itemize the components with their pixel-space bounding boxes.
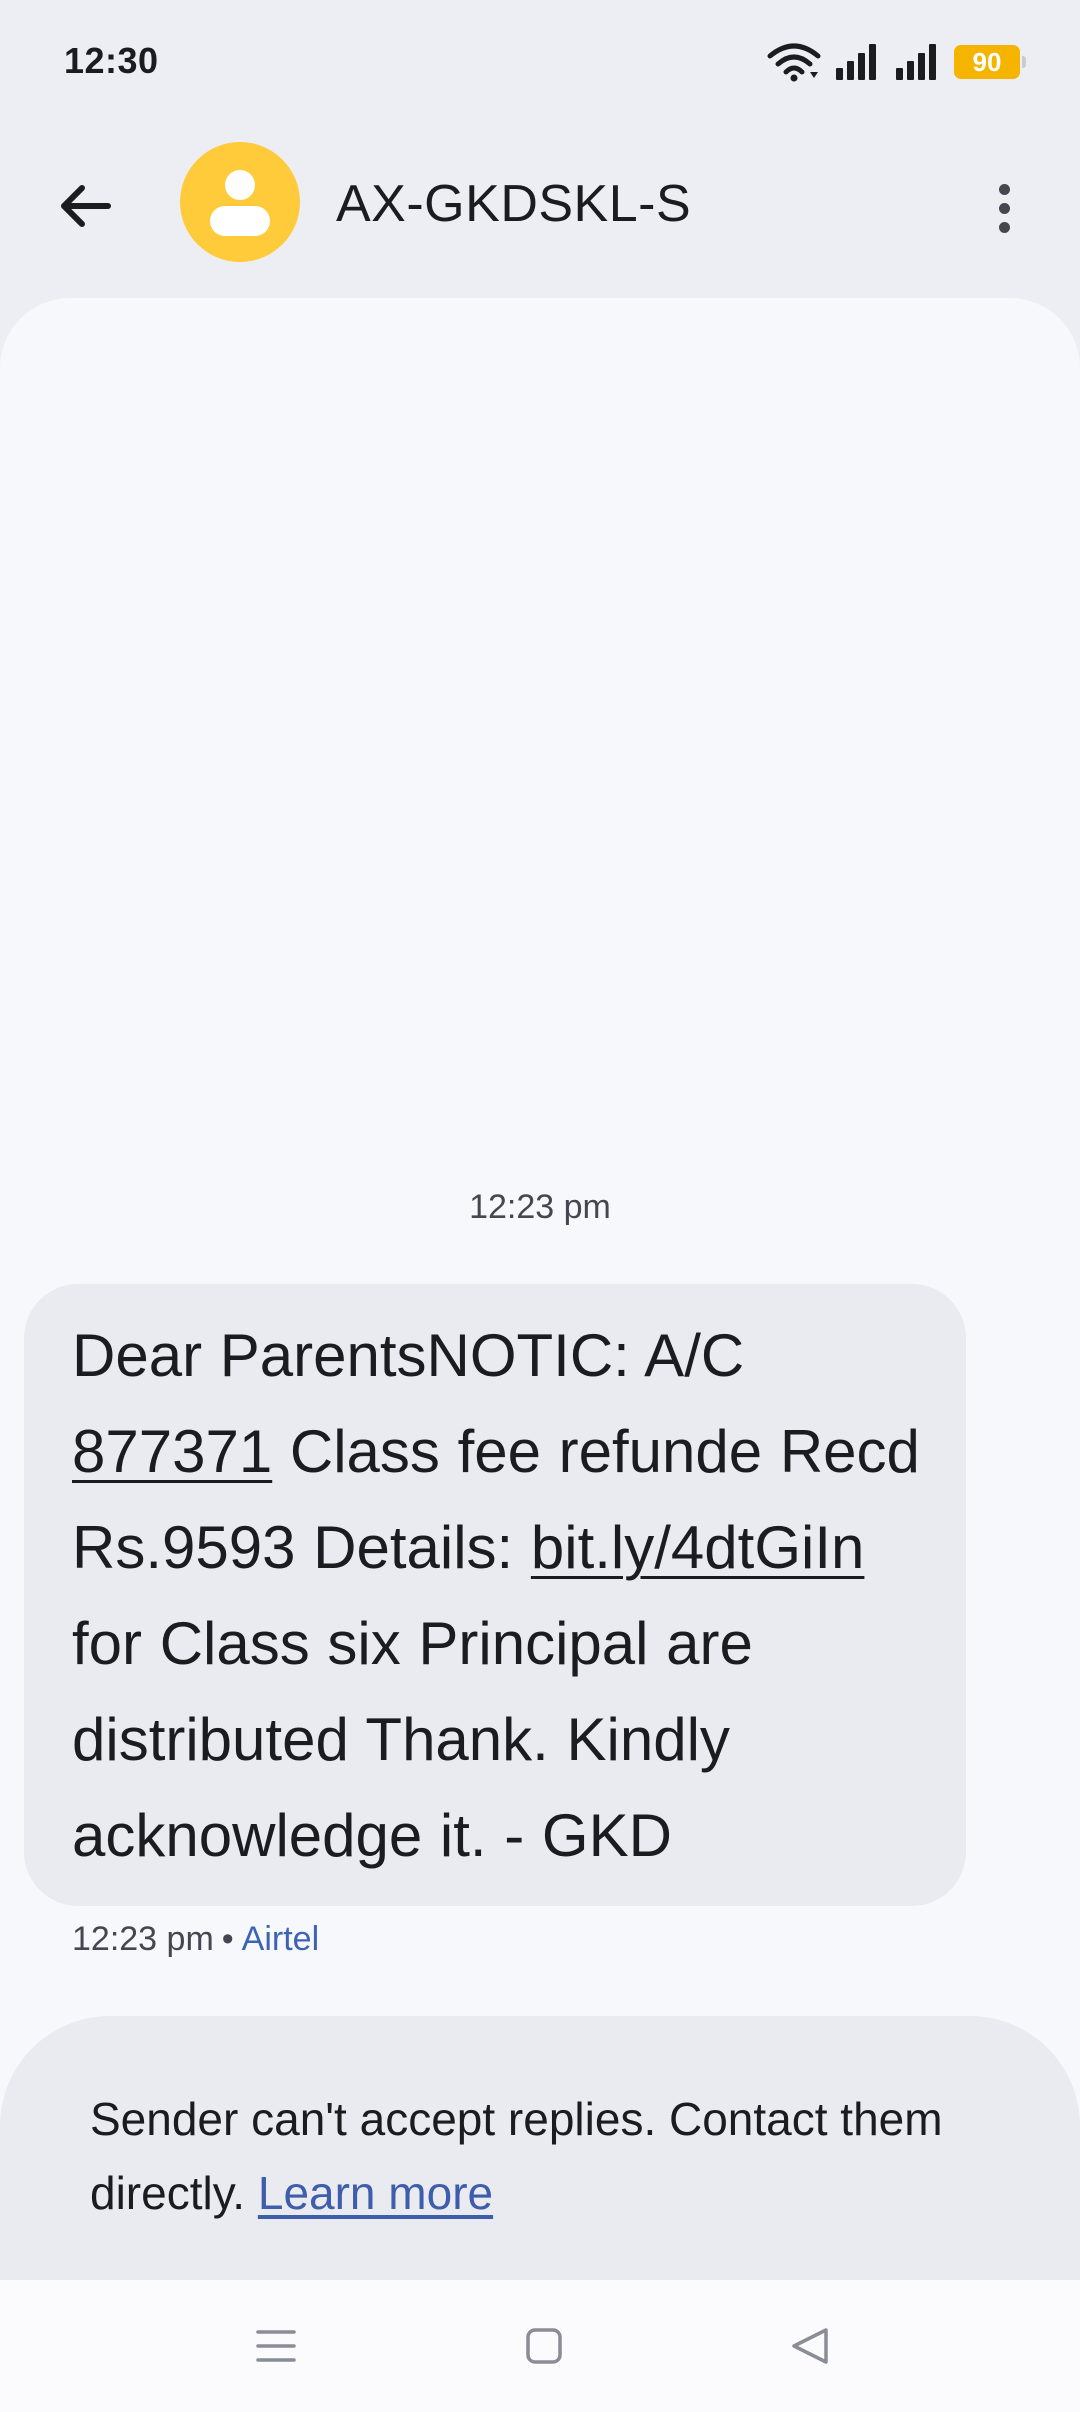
learn-more-link[interactable]: Learn more [258, 2167, 493, 2219]
navigation-bar [0, 2280, 1080, 2412]
screen: 12:30 90 AX-GKDSKL-S 12:23 pm Dear Paren… [0, 0, 1080, 2412]
menu-icon [254, 2326, 298, 2371]
message-time: 12:23 pm [72, 1920, 214, 1958]
conversation-area[interactable]: 12:23 pm Dear ParentsNOTIC: A/C 877371 C… [0, 298, 1080, 2278]
status-time: 12:30 [64, 40, 159, 81]
home-button[interactable] [512, 2316, 576, 2380]
message-bubble[interactable]: Dear ParentsNOTIC: A/C 877371 Class fee … [24, 1284, 966, 1906]
reply-notice-text: Sender can't accept replies. Contact the… [90, 2082, 990, 2230]
sender-name[interactable]: AX-GKDSKL-S [336, 174, 691, 234]
date-stamp: 12:23 pm [469, 1188, 611, 1226]
status-bar: 12:30 90 [0, 0, 1080, 120]
more-vertical-icon-dot [998, 221, 1010, 233]
account-number-link[interactable]: 877371 [72, 1418, 272, 1485]
more-vertical-icon-dot [998, 202, 1010, 214]
signal-icon [894, 42, 942, 82]
recents-button[interactable] [244, 2316, 308, 2380]
back-button[interactable] [44, 168, 124, 248]
battery-icon: 90 [954, 45, 1026, 79]
message-text-part: Dear ParentsNOTIC: A/C [72, 1322, 745, 1389]
more-vertical-icon [998, 183, 1010, 195]
reply-notice-message: Sender can't accept replies. Contact the… [90, 2093, 943, 2219]
url-link[interactable]: bit.ly/4dtGiIn [531, 1514, 865, 1581]
carrier-label: Airtel [241, 1920, 320, 1958]
message-meta: 12:23 pm • Airtel [72, 1920, 319, 1959]
wifi-icon [766, 42, 822, 82]
message-text: Dear ParentsNOTIC: A/C 877371 Class fee … [72, 1308, 926, 1884]
nav-back-button[interactable] [778, 2316, 842, 2380]
back-triangle-icon [788, 2324, 832, 2373]
arrow-left-icon [56, 182, 112, 235]
signal-icon [834, 42, 882, 82]
meta-separator: • [221, 1920, 234, 1958]
more-options-button[interactable] [968, 168, 1040, 248]
avatar[interactable] [180, 142, 300, 262]
message-text-part: for Class six Principal are distributed … [72, 1610, 753, 1869]
home-icon [524, 2326, 564, 2371]
status-icons: 90 [766, 40, 1026, 84]
app-bar: AX-GKDSKL-S [0, 140, 1080, 270]
